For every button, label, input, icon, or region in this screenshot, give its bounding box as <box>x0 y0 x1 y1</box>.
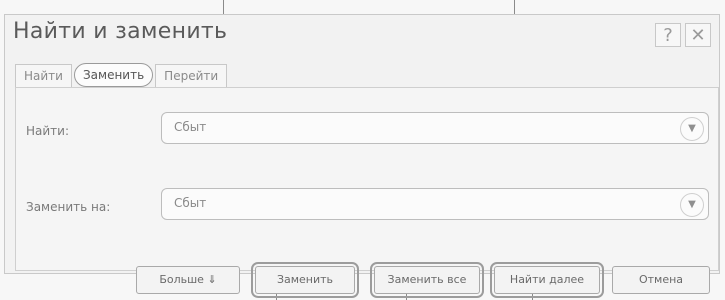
tab-strip: Найти Заменить Перейти <box>15 61 229 87</box>
cancel-button[interactable]: Отмена <box>612 266 710 294</box>
help-button[interactable]: ? <box>655 23 681 47</box>
find-combobox[interactable]: Сбыт ▼ <box>161 112 709 144</box>
replace-button[interactable]: Заменить <box>251 262 359 298</box>
find-value: Сбыт <box>174 120 207 134</box>
find-replace-dialog: Найти и заменить ? ✕ Найти Заменить Пере… <box>4 14 720 298</box>
tab-replace[interactable]: Заменить <box>73 63 154 87</box>
replace-label: Заменить на: <box>26 200 111 214</box>
replace-combobox[interactable]: Сбыт ▼ <box>161 188 709 220</box>
tab-goto[interactable]: Перейти <box>155 64 228 87</box>
chevron-down-icon[interactable]: ▼ <box>680 193 704 217</box>
chevron-down-icon[interactable]: ▼ <box>680 117 704 141</box>
tab-panel: Найти: Сбыт ▼ Заменить на: Сбыт ▼ Больше… <box>15 87 719 298</box>
question-icon: ? <box>663 25 673 46</box>
close-icon: ✕ <box>690 25 706 46</box>
more-button[interactable]: Больше ⇓ <box>136 266 240 294</box>
find-label: Найти: <box>26 124 70 138</box>
tab-find[interactable]: Найти <box>15 64 72 87</box>
figure: Найти и заменить ? ✕ Найти Заменить Пере… <box>0 0 725 300</box>
replace-all-button[interactable]: Заменить все <box>370 262 484 298</box>
replace-value: Сбыт <box>174 196 207 210</box>
close-button[interactable]: ✕ <box>685 23 711 47</box>
dialog-title: Найти и заменить <box>13 19 228 44</box>
find-next-button[interactable]: Найти далее <box>490 262 604 298</box>
